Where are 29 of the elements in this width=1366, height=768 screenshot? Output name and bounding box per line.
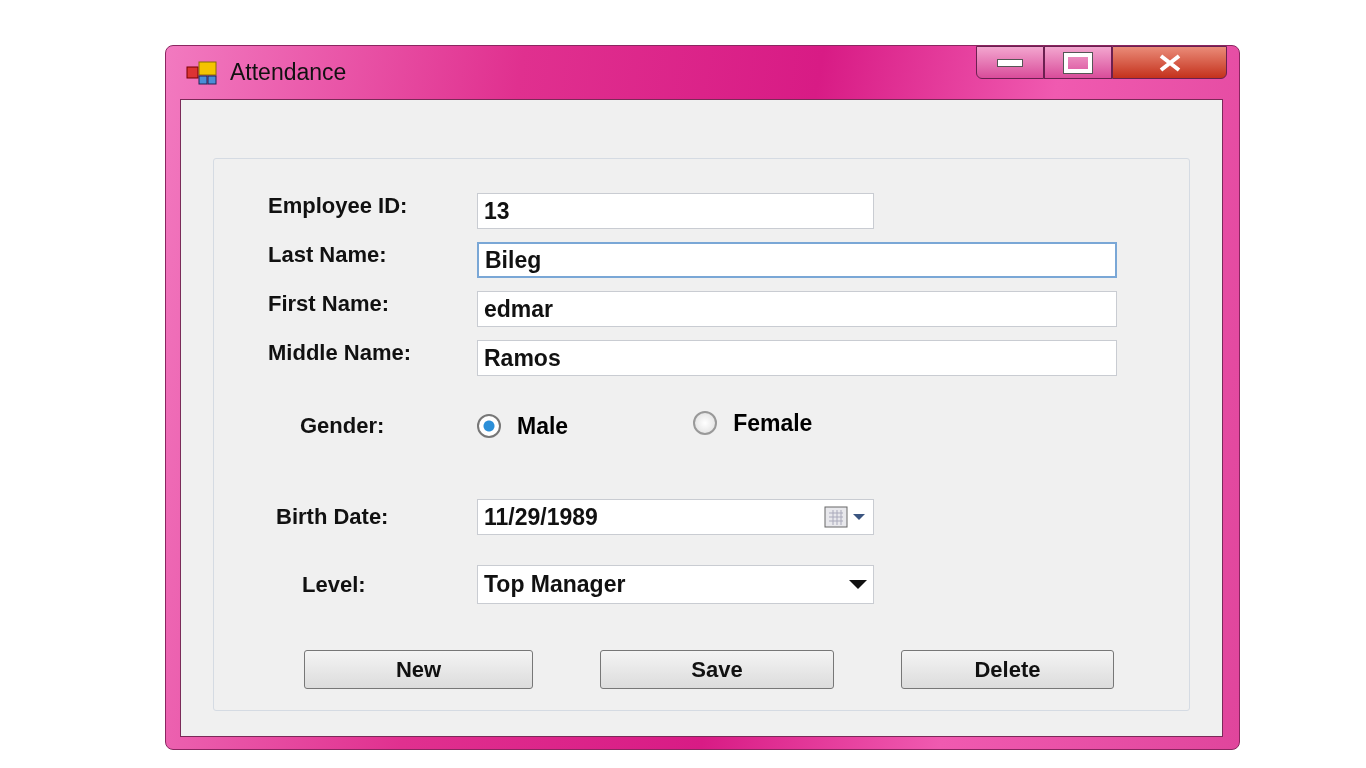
maximize-button[interactable] (1044, 46, 1112, 79)
field-label: First Name: (268, 291, 391, 317)
text-field[interactable]: 13 (477, 193, 874, 229)
text-field[interactable]: Ramos (477, 340, 1117, 376)
action-button[interactable]: New (304, 650, 533, 689)
radio-indicator[interactable] (477, 414, 501, 438)
radio-button[interactable]: Male (477, 412, 569, 440)
date-picker[interactable]: 11/29/1989 (477, 499, 874, 535)
app-icon (186, 59, 220, 86)
text-field[interactable]: edmar (477, 291, 1117, 327)
field-label: Employee ID: (268, 193, 409, 219)
field-label: Birth Date: (276, 504, 390, 530)
text-field[interactable]: Bileg (477, 242, 1117, 278)
radio-indicator[interactable] (693, 411, 718, 435)
window-title: Attendance (230, 59, 347, 86)
field-label: Middle Name: (268, 340, 413, 366)
action-button[interactable]: Delete (901, 650, 1114, 689)
action-button[interactable]: Save (600, 650, 834, 689)
field-label: Gender: (300, 413, 386, 439)
field-label: Level: (302, 571, 367, 598)
close-button[interactable] (1112, 46, 1227, 79)
dropdown[interactable]: Top Manager (477, 565, 874, 604)
caret-icon[interactable] (849, 579, 867, 590)
maximize-icon[interactable] (1064, 52, 1092, 73)
field-label: Last Name: (268, 242, 388, 268)
minimize-icon[interactable] (997, 58, 1023, 67)
radio-button[interactable]: Female (693, 409, 813, 437)
minimize-button[interactable] (976, 46, 1044, 79)
calendar-dropdown-icon[interactable] (823, 505, 867, 529)
